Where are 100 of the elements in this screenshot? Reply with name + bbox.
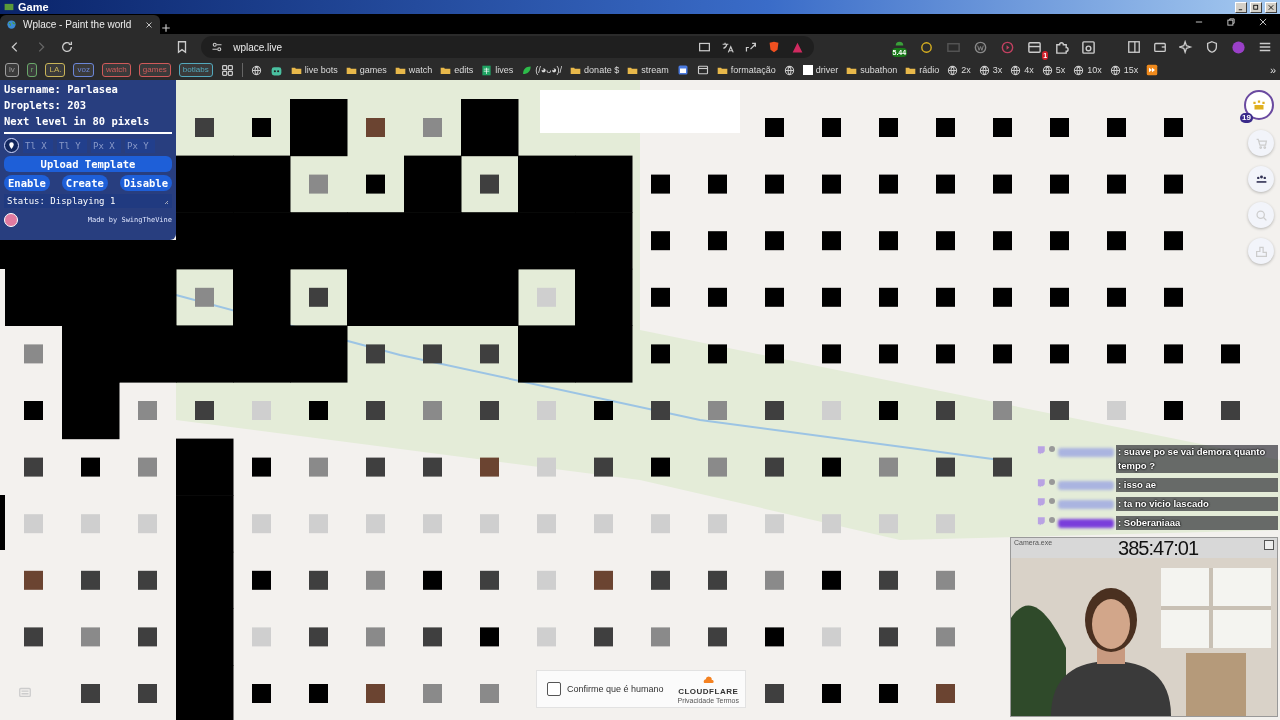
minimize-icon[interactable]: [1235, 1, 1247, 13]
pixel-square[interactable]: [708, 231, 727, 251]
bookmark-item[interactable]: watch: [394, 64, 433, 76]
pixel-square[interactable]: [1050, 174, 1069, 194]
pixel-square[interactable]: [708, 287, 727, 307]
bookmark-item[interactable]: formatação: [716, 64, 776, 76]
panel-button[interactable]: Enable: [4, 175, 50, 191]
pixel-square[interactable]: [366, 457, 385, 477]
bookmark-item[interactable]: driver: [802, 65, 839, 75]
pixel-square[interactable]: [651, 570, 670, 590]
play-icon[interactable]: [1000, 39, 1016, 55]
pixel-square[interactable]: [822, 174, 841, 194]
window-icon[interactable]: [696, 64, 709, 76]
pixel-square[interactable]: [879, 287, 898, 307]
screenshot-icon[interactable]: [1081, 39, 1097, 55]
pixel-square[interactable]: [651, 231, 670, 251]
pixel-square[interactable]: [651, 174, 670, 194]
sidebar-icon[interactable]: [1127, 40, 1141, 54]
bookmark-item[interactable]: rádio: [905, 64, 940, 76]
sparkle-icon[interactable]: [1179, 40, 1193, 54]
bookmark-chip[interactable]: r: [26, 63, 38, 77]
pixel-square[interactable]: [879, 344, 898, 364]
site-settings-icon[interactable]: [211, 41, 224, 53]
pixel-square[interactable]: [879, 174, 898, 194]
pixel-square[interactable]: [1107, 231, 1126, 251]
menu-icon[interactable]: [1258, 40, 1272, 54]
shield-icon[interactable]: [1205, 40, 1219, 54]
panel-button[interactable]: Disable: [119, 175, 172, 191]
pixel-square[interactable]: [1050, 287, 1069, 307]
pixel-square[interactable]: [1107, 174, 1126, 194]
cast-icon[interactable]: [698, 40, 712, 54]
share-icon[interactable]: [744, 40, 758, 54]
bookmark-item[interactable]: stream: [627, 64, 669, 76]
location-pin-button[interactable]: [4, 138, 19, 153]
pixel-square[interactable]: [936, 174, 955, 194]
pixel-square[interactable]: [708, 174, 727, 194]
pixel-square[interactable]: [822, 344, 841, 364]
pixel-square[interactable]: [309, 627, 328, 647]
new-tab-icon[interactable]: [160, 22, 172, 34]
pixel-square[interactable]: [309, 570, 328, 590]
pixel-square[interactable]: [936, 287, 955, 307]
pixel-square[interactable]: [1107, 344, 1126, 364]
coordinate-field[interactable]: Tl X: [23, 138, 53, 153]
pixel-square[interactable]: [1050, 231, 1069, 251]
pixel-square[interactable]: [1221, 344, 1240, 364]
bookmark-item[interactable]: 15x: [1109, 64, 1139, 76]
pixel-square[interactable]: [936, 231, 955, 251]
address-bar[interactable]: wplace.live: [201, 36, 815, 58]
pixel-square[interactable]: [1164, 231, 1183, 251]
pixel-square[interactable]: [993, 231, 1012, 251]
pixel-square[interactable]: [24, 457, 43, 477]
pixel-square[interactable]: [879, 231, 898, 251]
pixel-square[interactable]: [879, 570, 898, 590]
pixel-square[interactable]: [138, 570, 157, 590]
translate-icon[interactable]: [721, 40, 735, 54]
extensions-icon[interactable]: [1054, 39, 1070, 55]
pixel-square[interactable]: [822, 287, 841, 307]
pixel-square[interactable]: [1050, 344, 1069, 364]
pixel-square[interactable]: [651, 344, 670, 364]
bookmark-item[interactable]: games: [345, 64, 387, 76]
bookmark-item[interactable]: 4x: [1010, 64, 1034, 76]
bookmark-item[interactable]: 10x: [1073, 64, 1102, 76]
pixel-square[interactable]: [993, 174, 1012, 194]
coordinate-field[interactable]: Px Y: [125, 138, 155, 153]
pixel-square[interactable]: [936, 344, 955, 364]
pixel-square[interactable]: [24, 627, 43, 647]
close-icon[interactable]: [144, 19, 154, 30]
mail-icon[interactable]: [1027, 39, 1043, 55]
bookmark-item[interactable]: (/◕ᴗ◕)/: [521, 64, 563, 76]
upload-template-button[interactable]: Upload Template: [4, 156, 172, 172]
pixel-square[interactable]: [1164, 174, 1183, 194]
bookmark-item[interactable]: live bots: [290, 64, 338, 76]
calendar-icon[interactable]: [676, 64, 689, 76]
bookmark-item[interactable]: subathon: [846, 64, 898, 76]
pixel-square[interactable]: [252, 570, 271, 590]
reload-icon[interactable]: [60, 40, 74, 54]
pixel-square[interactable]: [993, 287, 1012, 307]
pixel-square[interactable]: [1107, 287, 1126, 307]
pixel-square[interactable]: [81, 570, 100, 590]
pixel-square[interactable]: [1164, 287, 1183, 307]
pixel-square[interactable]: [138, 627, 157, 647]
pixel-square[interactable]: [594, 627, 613, 647]
bookmark-item[interactable]: edits: [440, 64, 474, 76]
maximize-icon[interactable]: [1250, 1, 1262, 13]
pixel-square[interactable]: [423, 570, 442, 590]
coin-icon[interactable]: [919, 39, 935, 55]
pixel-square[interactable]: [480, 570, 499, 590]
pixel-square[interactable]: [765, 287, 784, 307]
pixel-square[interactable]: [765, 174, 784, 194]
bookmark-item[interactable]: 2x: [947, 64, 971, 76]
close-button[interactable]: [1264, 540, 1274, 550]
coordinate-field[interactable]: Tl Y: [57, 138, 87, 153]
panel-button[interactable]: Create: [61, 175, 108, 191]
browser-tab[interactable]: Wplace - Paint the world: [0, 15, 160, 34]
pixel-square[interactable]: [423, 457, 442, 477]
bookmark-chip[interactable]: botlabs: [178, 63, 213, 77]
letter-w-icon[interactable]: [973, 39, 989, 55]
bookmark-item[interactable]: lives: [481, 64, 514, 76]
bookmark-item[interactable]: donate $: [570, 64, 620, 76]
pixel-square[interactable]: [708, 570, 727, 590]
